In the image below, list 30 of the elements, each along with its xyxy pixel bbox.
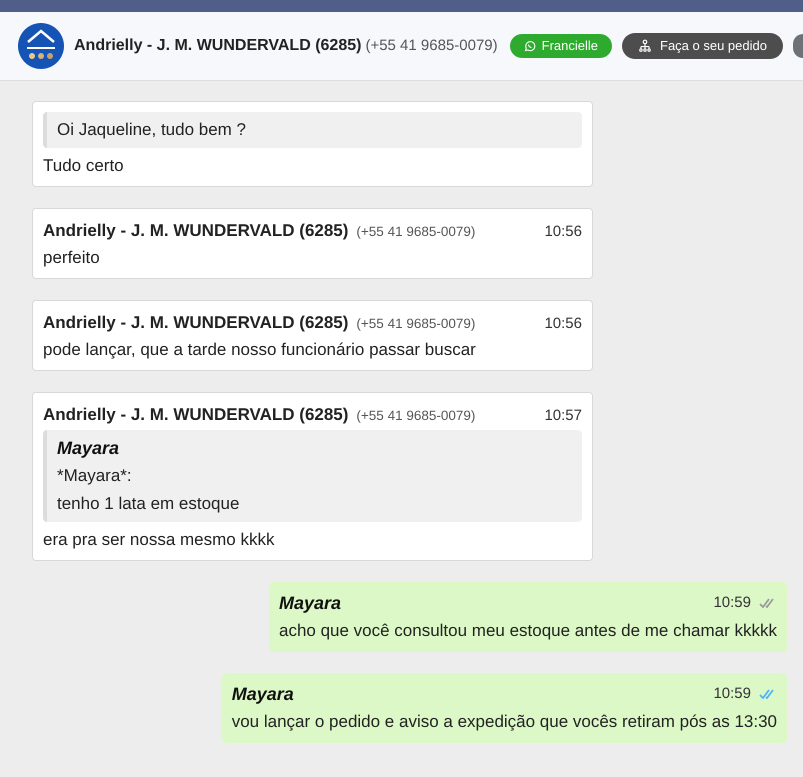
sender-name: Andrielly - J. M. WUNDERVALD (6285) [43, 220, 348, 242]
message-text: acho que você consultou meu estoque antes de me chamar kkkkk [278, 620, 777, 642]
sender-name: Andrielly - J. M. WUNDERVALD (6285) [43, 404, 348, 426]
logo-icon [18, 23, 64, 69]
message-time: 10:56 [544, 314, 582, 334]
sender-phone: (+55 41 9685-0079) [356, 407, 476, 425]
message-text: pode lançar, que a tarde nosso funcionário passar buscar [43, 339, 477, 361]
contact-phone: (+55 41 9685-0079) [365, 36, 498, 56]
contact-name: Andrielly - J. M. WUNDERVALD (6285) [74, 36, 362, 56]
header-button[interactable] [792, 34, 803, 58]
sender-phone: (+55 41 9685-0079) [356, 315, 476, 333]
quoted-author: Mayara [57, 437, 120, 460]
message-text: Tudo certo [43, 155, 125, 177]
sender-name: Andrielly - J. M. WUNDERVALD (6285) [43, 312, 348, 334]
message-time: 10:59 [713, 684, 751, 704]
sender-phone: (+55 41 9685-0079) [356, 223, 476, 241]
quoted-text: Oi Jaqueline, tudo bem ? [57, 119, 248, 141]
sender-name: Mayara [278, 592, 342, 615]
order-button[interactable]: Faça o seu pedido [622, 33, 783, 59]
message-time: 10:56 [544, 222, 582, 242]
hierarchy-icon [638, 39, 652, 53]
whatsapp-icon [524, 40, 536, 52]
sender-name: Mayara [232, 683, 294, 706]
message-text: perfeito [43, 247, 101, 269]
quoted-text: tenho 1 lata em estoque [57, 493, 240, 515]
message-time: 10:59 [713, 593, 751, 613]
quoted-text: *Mayara*: [57, 465, 133, 487]
message-text: era pra ser nossa mesmo kkkk [43, 529, 276, 551]
message-time: 10:57 [544, 406, 582, 426]
message-text: vou lançar o pedido e aviso a expedição que vocês retiram pós as 13:30 [232, 711, 777, 733]
